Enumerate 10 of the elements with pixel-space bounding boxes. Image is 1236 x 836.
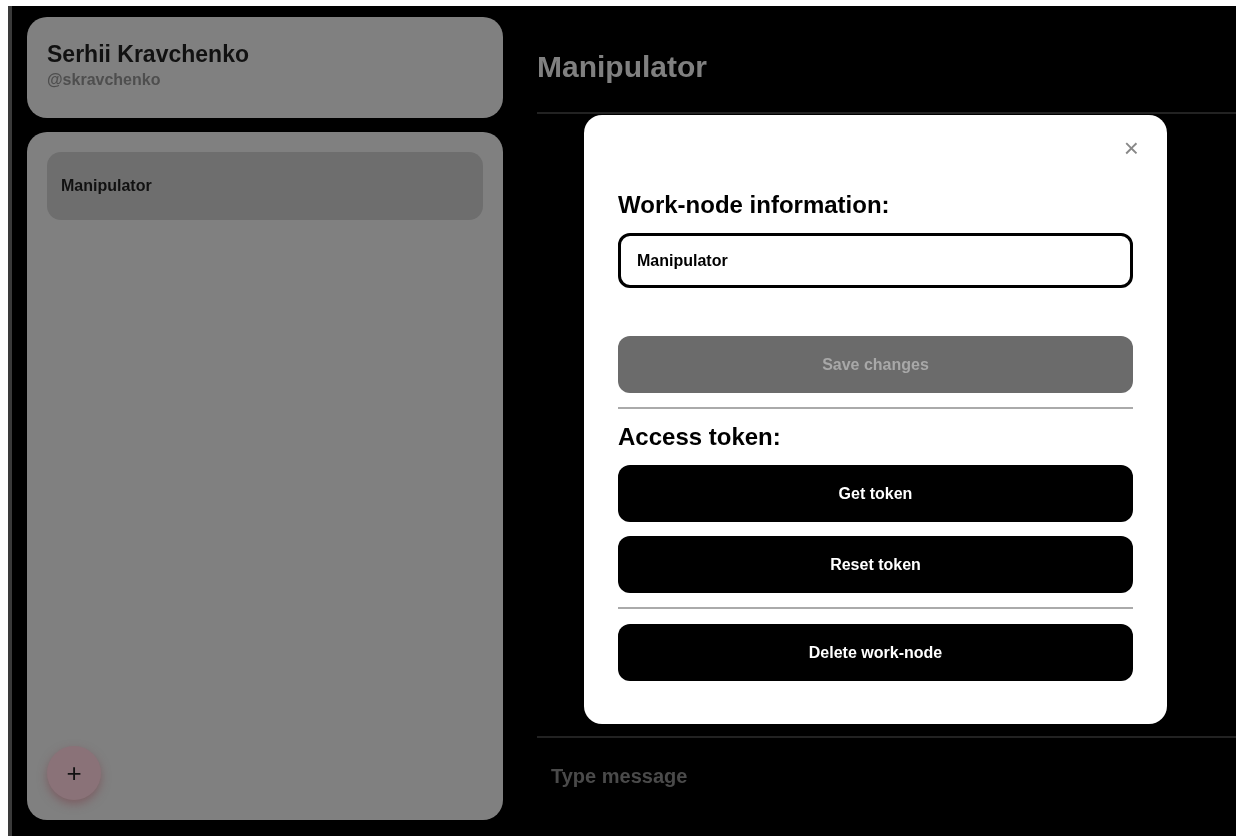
add-button[interactable]: + bbox=[47, 746, 101, 800]
sidebar-item[interactable]: Manipulator bbox=[47, 152, 483, 220]
name-field[interactable]: Manipulator bbox=[618, 233, 1133, 288]
delete-button[interactable]: Delete work-node bbox=[618, 624, 1133, 681]
section-heading: Work-node information: bbox=[618, 191, 891, 219]
close-button[interactable]: × bbox=[1123, 135, 1139, 161]
section-heading: Access token: bbox=[618, 423, 782, 451]
user-name: Serhii Kravchenko bbox=[47, 41, 250, 68]
token-button[interactable]: Get token bbox=[618, 465, 1133, 522]
token-button[interactable]: Reset token bbox=[618, 536, 1133, 593]
